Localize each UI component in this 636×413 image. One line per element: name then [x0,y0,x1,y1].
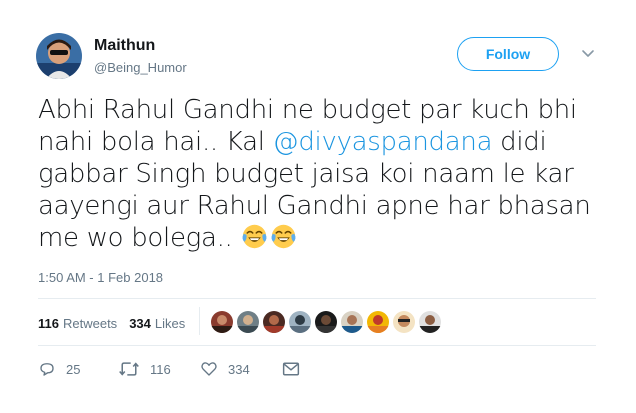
tweet-stats: 116 Retweets 334 Likes [38,316,197,331]
like-count: 334 [228,361,250,377]
direct-message-button[interactable] [282,361,300,377]
liker-avatar[interactable] [367,311,389,333]
retweet-count: 116 [150,361,171,377]
liker-avatar[interactable] [341,311,363,333]
retweet-icon [118,360,140,378]
retweet-button[interactable]: 116 [118,360,200,378]
reply-count: 25 [66,361,81,377]
tweet-text: Abhi Rahul Gandhi ne budget par kuch bhi… [38,94,613,258]
like-button[interactable]: 334 [200,360,282,378]
tweet-timestamp[interactable]: 1:50 AM - 1 Feb 2018 [38,270,163,285]
retweets-stat[interactable]: 116 Retweets [38,316,117,331]
liker-avatar[interactable] [393,311,415,333]
author-name[interactable]: Maithun [94,37,155,55]
reply-icon [38,360,56,378]
face-with-tears-of-joy-icon [270,223,297,250]
mention-link[interactable]: @divyaspandana [273,127,493,157]
tweet-card: Maithun @Being_Humor Follow Abhi Rahul G… [0,0,636,413]
emoji-group [241,223,299,258]
author-avatar[interactable] [36,33,82,79]
likes-count: 334 [129,316,151,331]
envelope-icon [282,361,300,377]
retweets-label: Retweets [62,316,118,331]
reply-button[interactable]: 25 [38,360,118,378]
divider [38,298,596,299]
liker-avatars [211,311,445,333]
stats-separator [199,307,200,335]
tweet-actions: 25 116 334 [38,360,300,378]
liker-avatar[interactable] [419,311,441,333]
liker-avatar[interactable] [211,311,233,333]
likes-stat[interactable]: 334 Likes [129,316,185,331]
likes-label: Likes [154,316,186,331]
liker-avatar[interactable] [237,311,259,333]
chevron-down-icon[interactable] [580,47,596,59]
heart-icon [200,360,218,378]
face-with-tears-of-joy-icon [241,223,268,250]
author-handle[interactable]: @Being_Humor [94,60,187,75]
liker-avatar[interactable] [289,311,311,333]
follow-button[interactable]: Follow [457,37,559,71]
divider [38,345,596,346]
liker-avatar[interactable] [263,311,285,333]
liker-avatar[interactable] [315,311,337,333]
retweets-count: 116 [38,316,59,331]
